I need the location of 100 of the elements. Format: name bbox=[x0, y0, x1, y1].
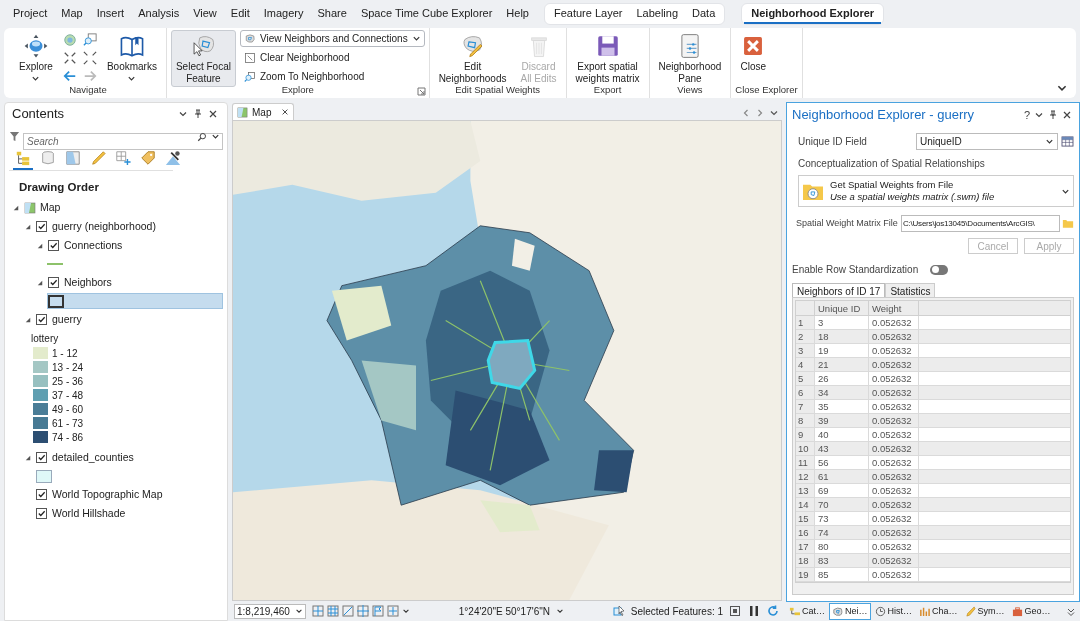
layer-name[interactable]: World Topographic Map bbox=[52, 486, 163, 503]
search-field[interactable]: Search bbox=[23, 132, 223, 150]
expand-button[interactable] bbox=[13, 204, 21, 213]
frame-button[interactable] bbox=[729, 604, 742, 618]
dock-tab[interactable]: Cha… bbox=[916, 603, 961, 620]
checkbox[interactable] bbox=[36, 452, 47, 464]
layer-name[interactable]: guerry bbox=[52, 311, 82, 328]
row-number: 19 bbox=[796, 568, 814, 582]
help-button[interactable]: ? bbox=[1021, 106, 1032, 124]
status-tool-button[interactable] bbox=[372, 605, 384, 617]
field-label: Spatial Weight Matrix File bbox=[796, 216, 898, 230]
status-tool-button[interactable] bbox=[342, 605, 354, 617]
shrink-icon bbox=[62, 50, 77, 65]
dropdown-field[interactable]: Get Spatial Weights from File Use a spatial weights matrix (.swm) file bbox=[798, 175, 1074, 207]
ribbon-tab[interactable]: Feature Layer bbox=[546, 4, 630, 24]
ribbon-button[interactable]: Edit Neighborhoods bbox=[433, 30, 512, 87]
ribbon-button[interactable]: Explore bbox=[14, 30, 58, 85]
status-tool-button[interactable] bbox=[327, 605, 339, 617]
frame-icon bbox=[729, 605, 741, 617]
table-cell: 18 bbox=[814, 330, 868, 344]
filter-icon bbox=[9, 130, 20, 142]
column-header[interactable]: Weight bbox=[868, 301, 918, 316]
scale-field[interactable]: 1:8,219,460 bbox=[234, 603, 306, 619]
ribbon-button[interactable]: Bookmarks bbox=[101, 30, 162, 85]
dialog-launcher-button[interactable] bbox=[416, 87, 426, 96]
ribbon-tab[interactable]: Analysis bbox=[131, 4, 187, 24]
ribbon-button[interactable]: Close bbox=[735, 30, 772, 82]
dropdown-button[interactable]: View Neighbors and Connections bbox=[239, 30, 425, 47]
map-tool-button[interactable] bbox=[61, 68, 78, 83]
ribbon-tab[interactable]: Project bbox=[6, 4, 55, 24]
ribbon-button[interactable]: Select Focal Feature bbox=[170, 30, 236, 87]
row-number: 17 bbox=[796, 540, 814, 554]
map-tool-button[interactable] bbox=[81, 50, 98, 65]
table-cell: 0.052632 bbox=[868, 400, 918, 414]
table-cell: 0.052632 bbox=[868, 358, 918, 372]
layer-name[interactable]: World Hillshade bbox=[52, 505, 126, 522]
table-cell: 21 bbox=[814, 358, 868, 372]
expanded-icon bbox=[25, 223, 31, 230]
ribbon-button[interactable]: Clear Neighborhood bbox=[239, 49, 425, 66]
dock-tab[interactable]: Nei… bbox=[829, 603, 871, 620]
checkbox[interactable] bbox=[36, 314, 47, 326]
ribbon-tab[interactable]: Data bbox=[685, 4, 723, 24]
table-cell: 0.052632 bbox=[868, 344, 918, 358]
pin-icon bbox=[1048, 110, 1058, 120]
table-cell: 69 bbox=[814, 484, 868, 498]
map-icon bbox=[237, 106, 248, 118]
toggle-switch[interactable] bbox=[930, 264, 949, 275]
legend-label: 13 - 24 bbox=[52, 360, 84, 375]
row-number: 16 bbox=[796, 526, 814, 540]
row-number: 15 bbox=[796, 512, 814, 526]
checkbox[interactable] bbox=[48, 277, 59, 289]
pane-tab[interactable]: Statistics bbox=[885, 283, 936, 297]
ribbon-button[interactable]: Neighborhood Pane bbox=[653, 30, 727, 87]
ribbon-tab[interactable]: Map bbox=[54, 4, 90, 24]
table-cell: 0.052632 bbox=[868, 540, 918, 554]
status-tool-button[interactable] bbox=[387, 605, 399, 617]
status-tool-button[interactable] bbox=[312, 605, 324, 617]
dropdown-field[interactable]: UniqueID bbox=[916, 133, 1058, 150]
ribbon-tab[interactable]: Insert bbox=[89, 4, 132, 24]
table-cell: 43 bbox=[814, 442, 868, 456]
refresh-button[interactable] bbox=[767, 604, 780, 618]
dock-tab[interactable]: Cat… bbox=[786, 603, 828, 620]
ribbon-tab[interactable]: Labeling bbox=[629, 4, 686, 24]
ribbon-tab[interactable]: Space Time Cube Explorer bbox=[353, 4, 500, 24]
map-tab[interactable]: Map bbox=[232, 103, 295, 120]
dock-tab[interactable]: Geo… bbox=[1008, 603, 1054, 620]
caret-icon bbox=[769, 108, 779, 118]
ribbon-button[interactable]: Zoom To Neighborhood bbox=[239, 68, 425, 85]
ribbon-tab[interactable]: Help bbox=[499, 4, 536, 24]
checkbox[interactable] bbox=[36, 508, 47, 520]
input-field[interactable]: C:\Users\jos13045\Documents\ArcGIS\ bbox=[900, 215, 1060, 232]
ribbon-tab[interactable]: Share bbox=[310, 4, 354, 24]
ribbon-tab[interactable]: Imagery bbox=[256, 4, 311, 24]
ribbon-tab[interactable]: View bbox=[186, 4, 224, 24]
checkbox[interactable] bbox=[48, 240, 59, 252]
check-icon bbox=[37, 315, 46, 325]
dock-tab[interactable]: Sym… bbox=[961, 603, 1008, 620]
table-cell: 19 bbox=[814, 344, 868, 358]
table-cell: 0.052632 bbox=[868, 372, 918, 386]
legend-label: 1 - 12 bbox=[52, 346, 78, 361]
pause-button[interactable] bbox=[748, 604, 761, 618]
status-tool-button[interactable] bbox=[357, 605, 369, 617]
checkbox[interactable] bbox=[36, 221, 47, 233]
checkbox[interactable] bbox=[36, 489, 47, 501]
layer-name[interactable]: guerry (neighborhood) bbox=[52, 218, 156, 235]
ribbon-tab[interactable]: Edit bbox=[223, 4, 257, 24]
layer-name[interactable]: Neighbors bbox=[64, 274, 112, 291]
field-value: UniqueID bbox=[920, 135, 963, 149]
ribbon-button[interactable]: Export spatial weights matrix bbox=[570, 30, 645, 87]
row-number: 7 bbox=[796, 400, 814, 414]
layer-name[interactable]: Map bbox=[40, 200, 61, 217]
column-header[interactable]: Unique ID bbox=[814, 301, 868, 316]
back-arrow-icon bbox=[62, 68, 77, 83]
symbol-row[interactable] bbox=[47, 293, 223, 310]
legend-label: 37 - 48 bbox=[52, 388, 84, 403]
layer-name[interactable]: Connections bbox=[64, 237, 123, 254]
pane-tab[interactable]: Neighbors of ID 17 bbox=[792, 283, 886, 297]
layer-name[interactable]: detailed_counties bbox=[52, 449, 134, 466]
dock-tab[interactable]: Hist… bbox=[871, 603, 916, 620]
search-icon bbox=[197, 131, 207, 142]
